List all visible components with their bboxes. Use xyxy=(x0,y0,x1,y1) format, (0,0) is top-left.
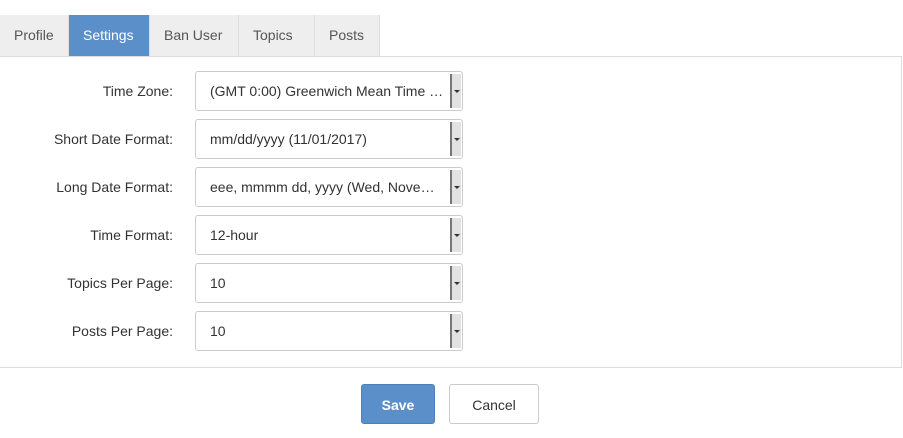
short-date-format-dropdown-button[interactable] xyxy=(450,122,461,156)
short-date-format-label: Short Date Format: xyxy=(53,131,173,147)
settings-panel: Time Zone: (GMT 0:00) Greenwich Mean Tim… xyxy=(0,56,902,368)
topics-per-page-dropdown-button[interactable] xyxy=(450,266,461,300)
topics-per-page-label: Topics Per Page: xyxy=(67,275,173,291)
caret-down-icon xyxy=(453,89,460,93)
short-date-format-row: Short Date Format: mm/dd/yyyy (11/01/201… xyxy=(0,119,901,159)
caret-down-icon xyxy=(453,233,460,237)
time-format-label: Time Format: xyxy=(90,227,173,243)
tab-posts[interactable]: Posts xyxy=(315,15,380,56)
long-date-format-select[interactable]: eee, mmmm dd, yyyy (Wed, November 01, 20… xyxy=(195,167,463,207)
long-date-format-label: Long Date Format: xyxy=(56,179,173,195)
time-zone-dropdown-button[interactable] xyxy=(450,74,461,108)
time-format-value: 12-hour xyxy=(210,227,259,243)
long-date-format-row: Long Date Format: eee, mmmm dd, yyyy (We… xyxy=(0,167,901,207)
tab-settings[interactable]: Settings xyxy=(69,15,150,56)
tab-profile[interactable]: Profile xyxy=(0,15,69,56)
posts-per-page-dropdown-button[interactable] xyxy=(450,314,461,348)
posts-per-page-value: 10 xyxy=(210,323,226,339)
caret-down-icon xyxy=(453,185,460,189)
short-date-format-select[interactable]: mm/dd/yyyy (11/01/2017) xyxy=(195,119,463,159)
time-format-dropdown-button[interactable] xyxy=(450,218,461,252)
time-format-row: Time Format: 12-hour xyxy=(0,215,901,255)
tab-bar: Profile Settings Ban User Topics Posts xyxy=(0,15,380,56)
tab-ban-user[interactable]: Ban User xyxy=(150,15,239,56)
topics-per-page-value: 10 xyxy=(210,275,226,291)
save-button[interactable]: Save xyxy=(361,384,435,424)
time-zone-select[interactable]: (GMT 0:00) Greenwich Mean Time (Dublin, … xyxy=(195,71,463,111)
tab-topics[interactable]: Topics xyxy=(239,15,315,56)
topics-per-page-row: Topics Per Page: 10 xyxy=(0,263,901,303)
caret-down-icon xyxy=(453,281,460,285)
time-zone-label: Time Zone: xyxy=(102,83,173,99)
short-date-format-value: mm/dd/yyyy (11/01/2017) xyxy=(210,131,367,147)
posts-per-page-select[interactable]: 10 xyxy=(195,311,463,351)
time-zone-row: Time Zone: (GMT 0:00) Greenwich Mean Tim… xyxy=(0,71,901,111)
long-date-format-value: eee, mmmm dd, yyyy (Wed, November 01, 20… xyxy=(210,179,446,195)
cancel-button[interactable]: Cancel xyxy=(449,384,539,424)
caret-down-icon xyxy=(453,329,460,333)
caret-down-icon xyxy=(453,137,460,141)
time-zone-value: (GMT 0:00) Greenwich Mean Time (Dublin, … xyxy=(210,83,446,99)
long-date-format-dropdown-button[interactable] xyxy=(450,170,461,204)
topics-per-page-select[interactable]: 10 xyxy=(195,263,463,303)
posts-per-page-label: Posts Per Page: xyxy=(71,323,173,339)
time-format-select[interactable]: 12-hour xyxy=(195,215,463,255)
posts-per-page-row: Posts Per Page: 10 xyxy=(0,311,901,351)
